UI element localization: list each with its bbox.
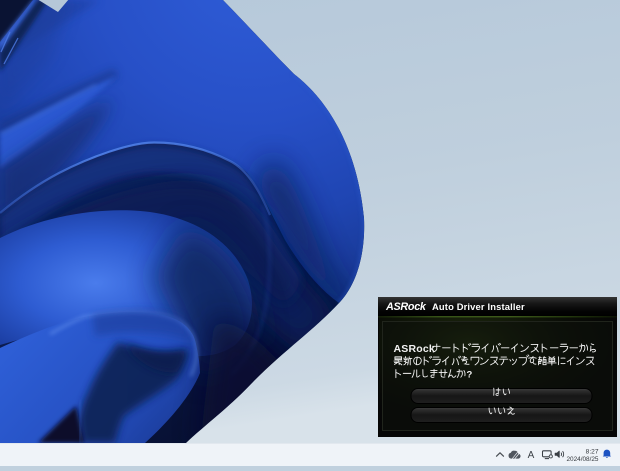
- svg-text:ASRock: ASRock: [385, 301, 427, 313]
- svg-text:?: ?: [467, 369, 473, 380]
- svg-text:ASRock: ASRock: [394, 343, 435, 355]
- svg-text:8:27: 8:27: [586, 448, 599, 455]
- svg-text:A: A: [528, 450, 535, 461]
- svg-text:Auto Driver Installer: Auto Driver Installer: [432, 301, 525, 312]
- svg-text:2024/08/25: 2024/08/25: [567, 456, 599, 463]
